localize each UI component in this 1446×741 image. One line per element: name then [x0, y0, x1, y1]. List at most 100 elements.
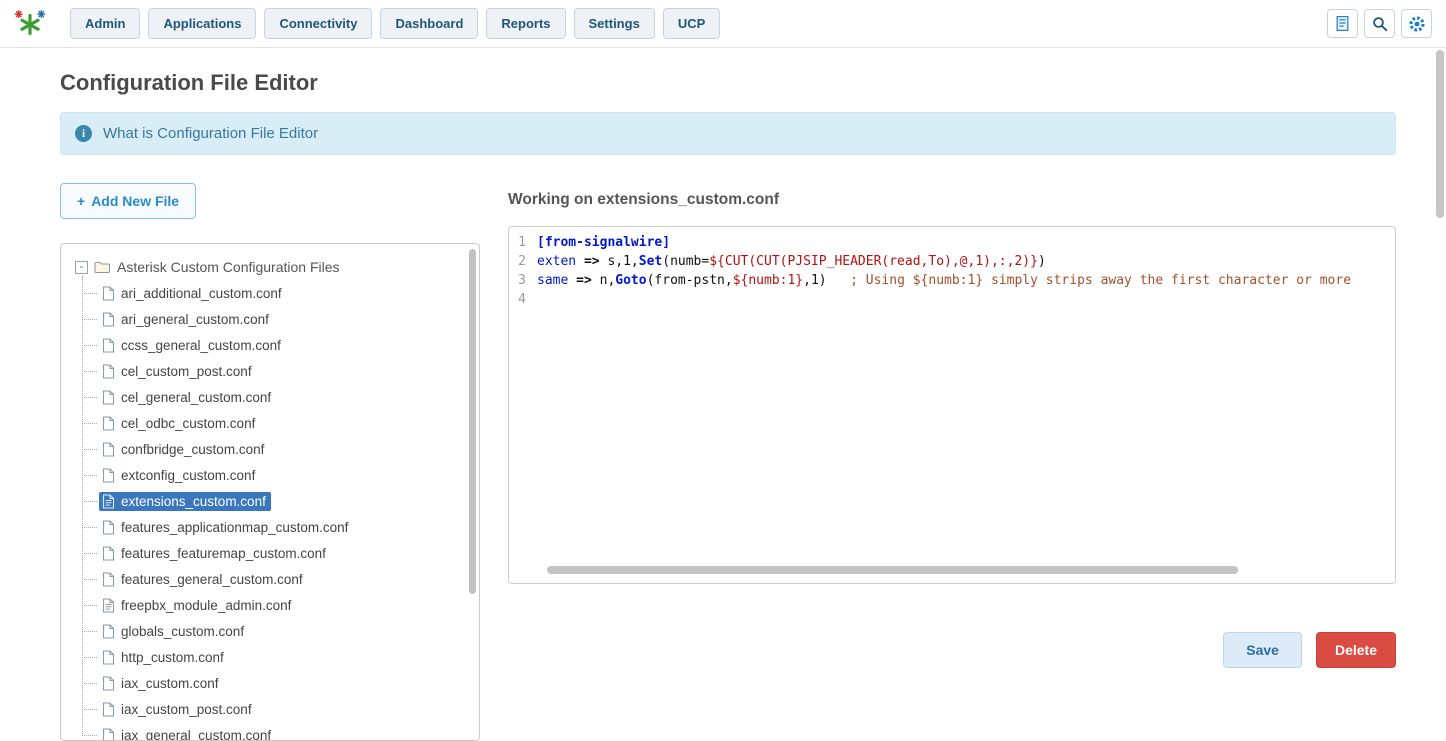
- tree-item-label: cel_general_custom.conf: [121, 390, 271, 405]
- add-new-file-button[interactable]: + Add New File: [60, 183, 196, 219]
- nav-tab-settings[interactable]: Settings: [574, 8, 655, 39]
- file-icon: [102, 702, 115, 717]
- tree-item[interactable]: features_applicationmap_custom.conf: [82, 514, 465, 540]
- tree-item-anchor: ari_general_custom.conf: [99, 310, 274, 329]
- nav-tab-connectivity[interactable]: Connectivity: [264, 8, 372, 39]
- tree-item[interactable]: iax_custom.conf: [82, 670, 465, 696]
- code-editor[interactable]: 1[from-signalwire]2exten => s,1,Set(numb…: [508, 226, 1396, 584]
- info-alert-text: What is Configuration File Editor: [103, 125, 318, 142]
- tree-item-anchor: extensions_custom.conf: [99, 492, 271, 511]
- tree-item-anchor: features_featuremap_custom.conf: [99, 544, 331, 563]
- tree-item[interactable]: iax_custom_post.conf: [82, 696, 465, 722]
- file-icon: [102, 572, 115, 587]
- file-icon: [102, 338, 115, 353]
- tree-item-label: freepbx_module_admin.conf: [121, 598, 291, 613]
- file-icon: [102, 650, 115, 665]
- page-content: Configuration File Editor i What is Conf…: [0, 48, 1446, 741]
- tree-item[interactable]: extconfig_custom.conf: [82, 462, 465, 488]
- nav-tab-reports[interactable]: Reports: [486, 8, 565, 39]
- save-button[interactable]: Save: [1223, 632, 1302, 668]
- two-column-layout: + Add New File - Asterisk Custom Configu…: [60, 183, 1396, 741]
- tree-item-label: features_applicationmap_custom.conf: [121, 520, 348, 535]
- tree-item[interactable]: confbridge_custom.conf: [82, 436, 465, 462]
- top-navbar: Admin Applications Connectivity Dashboar…: [0, 0, 1446, 48]
- file-text-icon: [102, 494, 115, 509]
- tree-item-label: iax_custom_post.conf: [121, 702, 252, 717]
- tree-item-label: ccss_general_custom.conf: [121, 338, 281, 353]
- nav-tab-admin[interactable]: Admin: [70, 8, 140, 39]
- tree-root-label: Asterisk Custom Configuration Files: [117, 259, 340, 275]
- tree-item-anchor: cel_odbc_custom.conf: [99, 414, 260, 433]
- working-on-heading: Working on extensions_custom.conf: [508, 191, 1396, 209]
- file-tree-panel: - Asterisk Custom Configuration Files ar…: [60, 243, 480, 741]
- tree-item[interactable]: ari_additional_custom.conf: [82, 280, 465, 306]
- tree-item[interactable]: features_general_custom.conf: [82, 566, 465, 592]
- nav-tab-ucp[interactable]: UCP: [663, 8, 720, 39]
- tree-item-anchor: features_general_custom.conf: [99, 570, 308, 589]
- tree-item[interactable]: cel_custom_post.conf: [82, 358, 465, 384]
- nav-tab-applications[interactable]: Applications: [148, 8, 256, 39]
- tree-scrollbar[interactable]: [469, 249, 476, 594]
- file-text-icon: [102, 598, 115, 613]
- tree-item-anchor: http_custom.conf: [99, 648, 229, 667]
- code-line: 1[from-signalwire]: [509, 233, 1395, 252]
- editor-actions: Save Delete: [508, 632, 1396, 668]
- code-line: 2exten => s,1,Set(numb=${CUT(CUT(PJSIP_H…: [509, 252, 1395, 271]
- tree-item[interactable]: ari_general_custom.conf: [82, 306, 465, 332]
- tree-item-label: confbridge_custom.conf: [121, 442, 264, 457]
- tree-item-anchor: iax_custom_post.conf: [99, 700, 257, 719]
- freepbx-logo[interactable]: [14, 8, 46, 40]
- tree-item[interactable]: cel_odbc_custom.conf: [82, 410, 465, 436]
- file-icon: [102, 286, 115, 301]
- tree-item-anchor: confbridge_custom.conf: [99, 440, 269, 459]
- search-icon[interactable]: [1364, 9, 1395, 38]
- tree-item-label: iax_custom.conf: [121, 676, 219, 691]
- tree-item-anchor: extconfig_custom.conf: [99, 466, 260, 485]
- tree-root-node[interactable]: - Asterisk Custom Configuration Files: [75, 254, 465, 280]
- tree-item-anchor: globals_custom.conf: [99, 622, 249, 641]
- editor-column: Working on extensions_custom.conf 1[from…: [508, 183, 1396, 741]
- delete-button[interactable]: Delete: [1316, 632, 1396, 668]
- tree-item-label: iax_general_custom.conf: [121, 728, 271, 741]
- settings-gear-icon[interactable]: [1401, 9, 1432, 38]
- tree-item-label: globals_custom.conf: [121, 624, 244, 639]
- tree-children: ari_additional_custom.conf ari_general_cu…: [82, 280, 465, 741]
- tree-item-label: features_featuremap_custom.conf: [121, 546, 326, 561]
- tree-item[interactable]: globals_custom.conf: [82, 618, 465, 644]
- file-icon: [102, 442, 115, 457]
- line-number: 3: [509, 271, 537, 290]
- language-icon[interactable]: [1327, 9, 1358, 38]
- tree-item[interactable]: ccss_general_custom.conf: [82, 332, 465, 358]
- tree-item[interactable]: http_custom.conf: [82, 644, 465, 670]
- tree-item[interactable]: iax_general_custom.conf: [82, 722, 465, 741]
- tree-item-anchor: features_applicationmap_custom.conf: [99, 518, 353, 537]
- file-icon: [102, 676, 115, 691]
- file-icon: [102, 728, 115, 741]
- code-text: same => n,Goto(from-pstn,${numb:1},1) ; …: [537, 271, 1351, 290]
- tree-item[interactable]: features_featuremap_custom.conf: [82, 540, 465, 566]
- tree-collapse-toggle-icon[interactable]: -: [75, 261, 88, 274]
- tree-item-anchor: cel_general_custom.conf: [99, 388, 276, 407]
- editor-horizontal-scrollbar[interactable]: [547, 566, 1238, 574]
- navbar-icon-group: [1327, 9, 1432, 38]
- tree-item-anchor: freepbx_module_admin.conf: [99, 596, 296, 615]
- tree-item-anchor: ccss_general_custom.conf: [99, 336, 286, 355]
- tree-item[interactable]: cel_general_custom.conf: [82, 384, 465, 410]
- code-text: [from-signalwire]: [537, 233, 670, 252]
- nav-tab-dashboard[interactable]: Dashboard: [380, 8, 478, 39]
- tree-item-label: ari_general_custom.conf: [121, 312, 269, 327]
- info-alert[interactable]: i What is Configuration File Editor: [60, 112, 1396, 155]
- tree-item-anchor: iax_general_custom.conf: [99, 726, 276, 741]
- folder-icon: [94, 260, 111, 274]
- code-area: 1[from-signalwire]2exten => s,1,Set(numb…: [509, 233, 1395, 309]
- tree-item[interactable]: freepbx_module_admin.conf: [82, 592, 465, 618]
- tree-item[interactable]: extensions_custom.conf: [82, 488, 465, 514]
- line-number: 4: [509, 290, 537, 309]
- tree-item-anchor: ari_additional_custom.conf: [99, 284, 287, 303]
- window-vertical-scrollbar[interactable]: [1436, 50, 1444, 218]
- file-icon: [102, 624, 115, 639]
- tree-item-label: cel_odbc_custom.conf: [121, 416, 255, 431]
- file-icon: [102, 364, 115, 379]
- file-icon: [102, 520, 115, 535]
- tree-item-label: http_custom.conf: [121, 650, 224, 665]
